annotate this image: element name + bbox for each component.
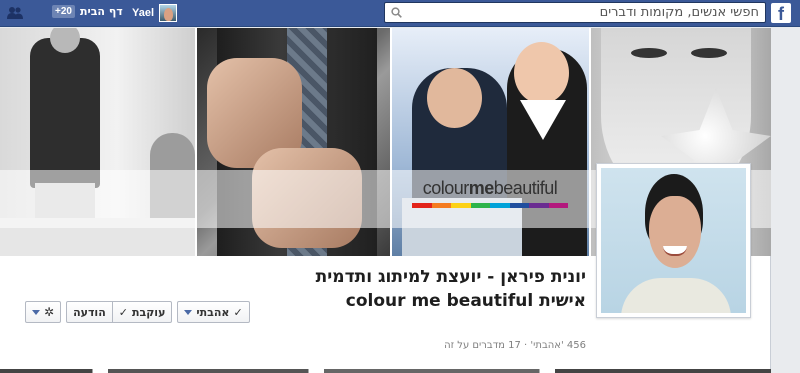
home-label[interactable]: דף הבית (80, 5, 123, 18)
beauty-eye-right (691, 48, 727, 58)
rainbow-segment (412, 203, 432, 208)
rainbow-segment (529, 203, 549, 208)
brand-rainbow-stripe (412, 203, 568, 208)
check-icon: ✓ (233, 305, 243, 319)
liked-label: אהבתי (196, 305, 230, 319)
page-title: יונית פיראן - יועצת למיתוג ותדמית אישית … (315, 267, 586, 311)
brand-logo: colourmebeautiful (410, 178, 570, 214)
chevron-down-icon (184, 309, 193, 315)
following-label: עוקבת (131, 305, 166, 319)
businesswoman-face (514, 42, 569, 104)
facebook-logo-icon[interactable]: f (771, 3, 791, 23)
businessman-face (427, 68, 482, 128)
rainbow-segment (431, 203, 451, 208)
rainbow-segment (451, 203, 471, 208)
page-column: colourmebeautiful יונית פיראן - יועצת למ… (0, 28, 771, 373)
gear-icon: ✲ (44, 305, 55, 319)
rainbow-segment (509, 203, 529, 208)
home-link[interactable]: +20 דף הבית (52, 5, 123, 18)
notification-count-badge: +20 (52, 5, 75, 18)
page-actions: ✲ הודעה ✓ עוקבת אהבתי ✓ (25, 301, 250, 323)
likes-summary[interactable]: 456 'אהבתי' · 17 מדברים על זה (380, 340, 586, 351)
message-button[interactable]: הודעה (66, 301, 113, 323)
presenter-figure (30, 38, 100, 188)
following-button[interactable]: ✓ עוקבת (112, 301, 173, 323)
settings-dropdown-button[interactable]: ✲ (25, 301, 62, 323)
rainbow-segment (548, 203, 568, 208)
search-icon[interactable] (391, 7, 402, 18)
beauty-eye-left (631, 48, 667, 58)
profile-shoulders (621, 278, 731, 313)
photos-strip-edge (0, 369, 771, 373)
brand-wordmark: colourmebeautiful (422, 178, 558, 198)
profile-picture[interactable] (596, 163, 751, 318)
profile-link[interactable]: Yael (132, 3, 178, 23)
top-bar: f Yael +20 דף הבית (0, 0, 800, 27)
rainbow-segment (490, 203, 510, 208)
search-box[interactable] (384, 2, 766, 23)
rainbow-segment (470, 203, 490, 208)
friend-requests-icon[interactable] (7, 6, 23, 20)
follow-message-group: הודעה ✓ עוקבת (66, 301, 173, 323)
user-avatar[interactable] (159, 4, 178, 22)
liked-button[interactable]: אהבתי ✓ (177, 301, 250, 323)
check-icon: ✓ (118, 305, 128, 319)
user-name[interactable]: Yael (132, 7, 154, 19)
chevron-down-icon (32, 309, 40, 315)
profile-photo (601, 168, 746, 313)
profile-face (649, 196, 701, 268)
search-input[interactable] (419, 4, 759, 21)
